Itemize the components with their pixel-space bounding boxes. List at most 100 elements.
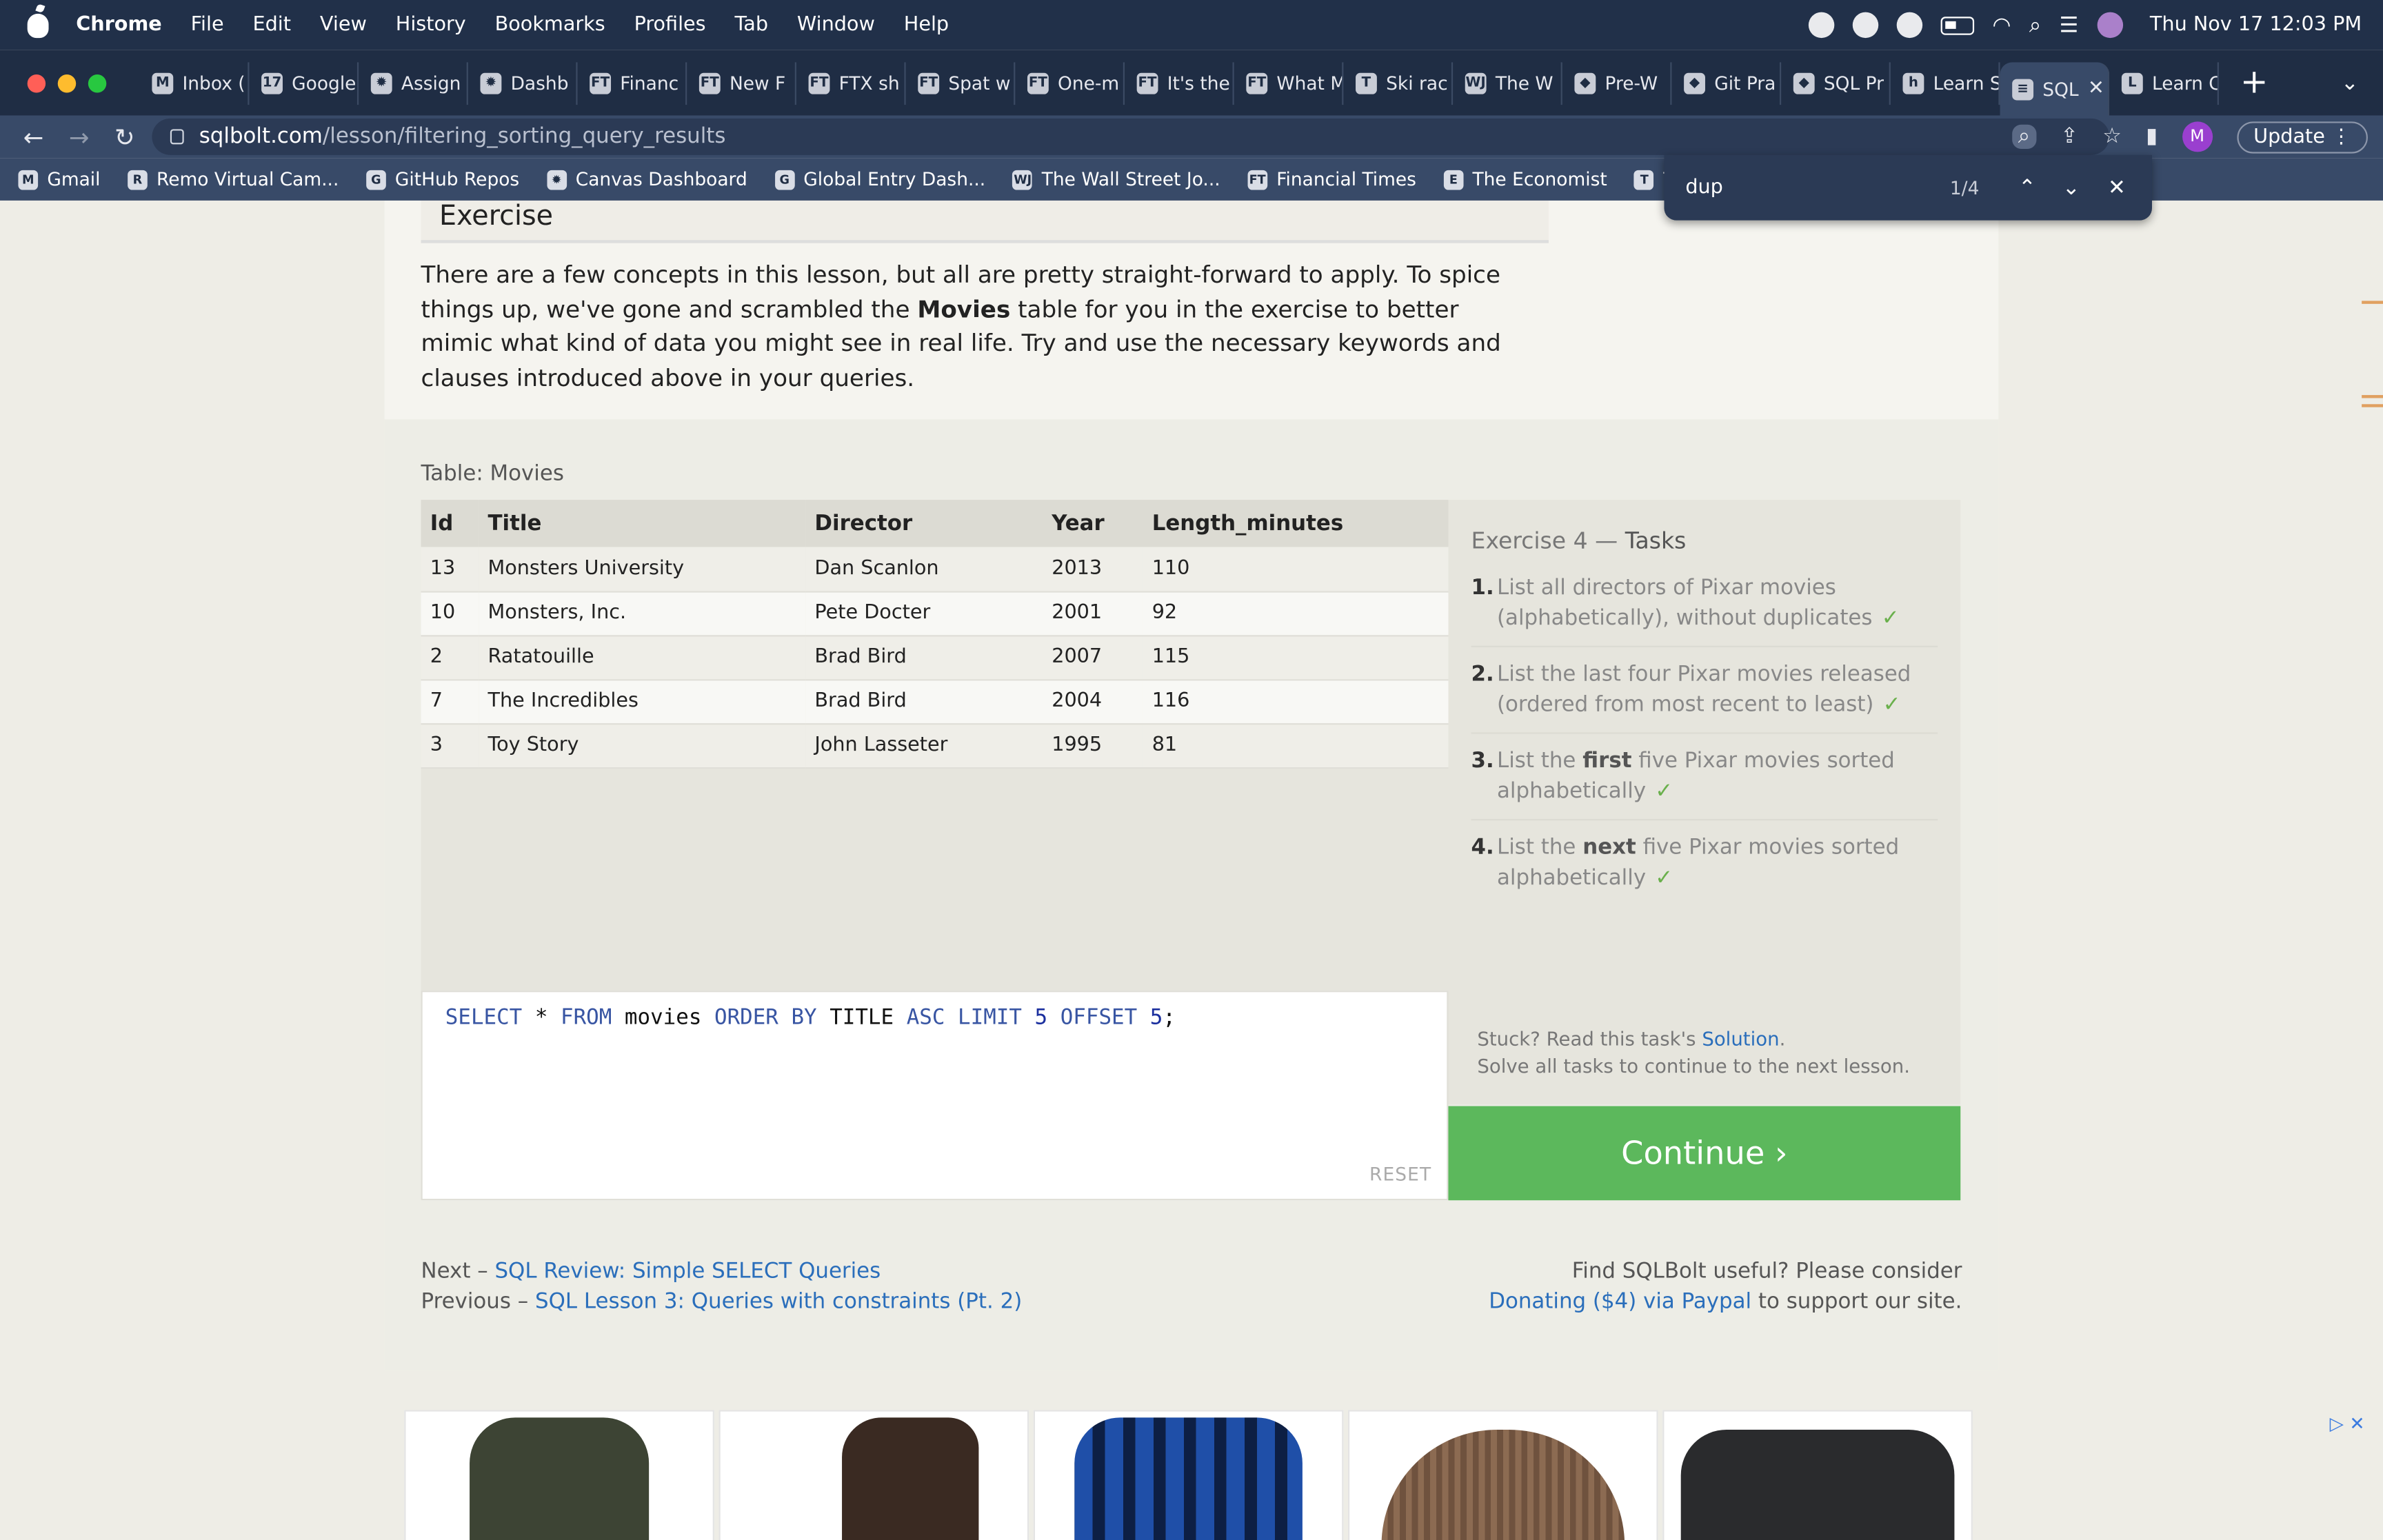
table-cell: 10 <box>421 591 479 636</box>
hubspot-icon: h <box>1902 72 1924 94</box>
browser-tab[interactable]: FT New F <box>687 61 796 104</box>
browser-tab[interactable]: ◆ SQL Pr <box>1781 61 1891 104</box>
close-tab-icon[interactable]: ✕ <box>2088 77 2104 100</box>
browser-tab[interactable]: FT FTX sh <box>796 61 906 104</box>
solve-all-text: Solve all tasks to continue to the next … <box>1477 1054 1910 1077</box>
menu-help[interactable]: Help <box>904 14 949 37</box>
close-window-button[interactable] <box>27 73 46 92</box>
ad-choices-close-icon[interactable]: ▷ ✕ <box>2330 1413 2365 1435</box>
bookmark-item[interactable]: FT Financial Times <box>1247 169 1416 190</box>
ad-banner[interactable] <box>404 1410 1977 1540</box>
menu-view[interactable]: View <box>320 14 367 37</box>
status-app-icon[interactable] <box>1808 12 1835 39</box>
bookmark-item[interactable]: M Gmail <box>18 169 101 190</box>
bookmark-item[interactable]: ✹ Canvas Dashboard <box>546 169 747 190</box>
bookmark-item[interactable]: G GitHub Repos <box>366 169 519 190</box>
browser-tab[interactable]: L Learn C <box>2109 61 2219 104</box>
table-cell: 3 <box>421 723 479 769</box>
exercise-widget: Table: Movies Id Title Director Year Length_… <box>384 419 1999 1371</box>
bookmark-favicon-icon: E <box>1443 169 1464 190</box>
apple-icon[interactable] <box>27 12 49 37</box>
tab-label: Assign <box>401 72 461 94</box>
control-center-icon[interactable]: ☰ <box>2060 13 2079 37</box>
continue-button[interactable]: Continue › <box>1448 1106 1961 1201</box>
tab-label: It's the <box>1167 72 1230 94</box>
bookmark-item[interactable]: R Remo Virtual Cam... <box>128 169 339 190</box>
minimize-window-button[interactable] <box>57 73 77 92</box>
battery-icon[interactable] <box>1940 16 1975 34</box>
task-text: List the first five Pixar movies sorted … <box>1497 746 1938 807</box>
ft-icon: FT <box>1136 72 1158 94</box>
reset-button[interactable]: RESET <box>1369 1164 1431 1185</box>
browser-tab[interactable]: WJ The W <box>1453 61 1562 104</box>
find-next-chevron-down-icon[interactable]: ⌄ <box>2062 176 2080 200</box>
spotlight-search-icon[interactable]: ⌕ <box>2029 13 2041 37</box>
back-arrow-icon[interactable]: ← <box>21 122 46 151</box>
browser-tab[interactable]: M Inbox ( <box>140 61 250 104</box>
table-cell: 2 <box>421 635 479 680</box>
browser-tab[interactable]: FT Spat w <box>906 61 1016 104</box>
stuck-help: Stuck? Read this task's Solution. Solve … <box>1477 1026 1910 1080</box>
sql-editor[interactable]: SELECT * FROM movies ORDER BY TITLE ASC … <box>421 991 1449 1201</box>
ad-product-jacket[interactable] <box>1662 1410 1973 1540</box>
browser-tab[interactable]: h Learn S <box>1891 61 2000 104</box>
browser-tab[interactable]: 17 Google <box>249 61 359 104</box>
play-status-icon[interactable] <box>1896 12 1923 39</box>
wifi-icon[interactable]: ◠ <box>1993 13 2011 37</box>
bookmark-item[interactable]: WJ The Wall Street Jo... <box>1012 169 1220 190</box>
menu-tab[interactable]: Tab <box>735 14 769 37</box>
menu-file[interactable]: File <box>191 14 224 37</box>
tab-search-chevron-icon[interactable]: ⌄ <box>2341 70 2359 94</box>
side-marker <box>2362 301 2383 304</box>
sql-query-text[interactable]: SELECT * FROM movies ORDER BY TITLE ASC … <box>445 1006 1176 1030</box>
browser-tab[interactable]: FT Financ <box>578 61 687 104</box>
browser-tab[interactable]: FT One-m <box>1015 61 1125 104</box>
side-marker <box>2362 404 2383 407</box>
find-input[interactable]: dup <box>1685 176 1723 199</box>
ad-product-vest[interactable] <box>404 1410 714 1540</box>
address-bar[interactable]: sqlbolt.com/lesson/filtering_sorting_que… <box>152 118 2110 155</box>
find-close-icon[interactable]: ✕ <box>2108 176 2126 200</box>
sql-token: LIMIT <box>958 1006 1022 1031</box>
browser-tab[interactable]: ◆ Pre-W <box>1562 61 1672 104</box>
side-panel-icon[interactable]: ▮ <box>2146 125 2158 149</box>
share-icon[interactable]: ⇪ <box>2060 125 2078 149</box>
browser-tab[interactable]: FT What M <box>1234 61 1344 104</box>
find-in-page-icon[interactable]: ⌕ <box>2011 124 2036 149</box>
find-previous-chevron-up-icon[interactable]: ⌃ <box>2018 176 2036 200</box>
table-cell: 92 <box>1143 591 1449 636</box>
browser-tab[interactable]: ✹ Assign <box>359 61 468 104</box>
browser-tab[interactable]: ≡ SQL ✕ <box>2000 61 2110 116</box>
menu-edit[interactable]: Edit <box>252 14 291 37</box>
column-header: Length_minutes <box>1143 500 1449 547</box>
next-lesson-link[interactable]: SQL Review: Simple SELECT Queries <box>494 1259 881 1284</box>
forward-arrow-icon[interactable]: → <box>67 122 91 151</box>
update-button[interactable]: Update ⋮ <box>2236 121 2368 153</box>
menu-profiles[interactable]: Profiles <box>634 14 706 37</box>
browser-tab[interactable]: ◆ Git Pra <box>1671 61 1782 104</box>
profile-avatar[interactable]: M <box>2182 121 2213 152</box>
menu-app-chrome[interactable]: Chrome <box>76 14 162 37</box>
menu-window[interactable]: Window <box>797 14 875 37</box>
browser-tab[interactable]: T Ski rac <box>1343 61 1454 104</box>
new-tab-button[interactable]: + <box>2240 64 2269 102</box>
ad-product-shirt[interactable] <box>1033 1410 1344 1540</box>
zoom-window-button[interactable] <box>88 73 107 92</box>
check-status-icon[interactable] <box>1852 12 1879 39</box>
clock[interactable]: Thu Nov 17 12:03 PM <box>2150 14 2362 37</box>
solution-link[interactable]: Solution <box>1702 1027 1779 1050</box>
browser-tab[interactable]: ✹ Dashb <box>468 61 578 104</box>
menu-history[interactable]: History <box>396 14 466 37</box>
donate-link[interactable]: Donating ($4) via Paypal <box>1489 1289 1751 1313</box>
bookmark-item[interactable]: G Global Entry Dash... <box>774 169 985 190</box>
reload-icon[interactable]: ↻ <box>112 122 137 151</box>
browser-tab[interactable]: FT It's the <box>1125 61 1234 104</box>
lock-icon[interactable] <box>170 129 184 145</box>
bookmark-item[interactable]: E The Economist <box>1443 169 1607 190</box>
siri-icon[interactable] <box>2096 12 2123 39</box>
ad-product-beanie[interactable] <box>1348 1410 1658 1540</box>
bookmark-star-icon[interactable]: ☆ <box>2102 125 2122 149</box>
menu-bookmarks[interactable]: Bookmarks <box>495 14 605 37</box>
ad-product-boot[interactable] <box>718 1410 1029 1540</box>
previous-lesson-link[interactable]: SQL Lesson 3: Queries with constraints (… <box>535 1289 1022 1313</box>
